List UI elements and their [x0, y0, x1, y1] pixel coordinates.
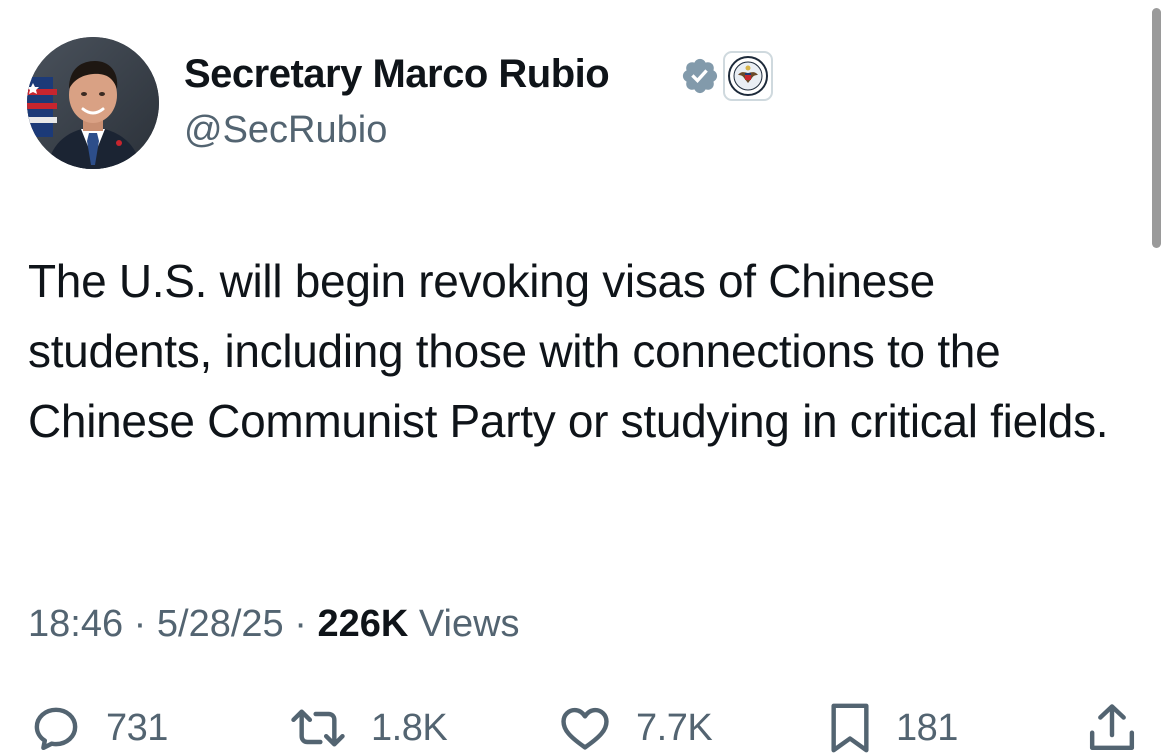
- reply-button[interactable]: 731: [28, 700, 168, 756]
- post-time[interactable]: 18:46: [28, 603, 123, 645]
- share-button[interactable]: [1084, 700, 1140, 756]
- repost-icon: [291, 709, 345, 747]
- like-button[interactable]: 7.7K: [556, 700, 713, 756]
- avatar-photo: [27, 37, 159, 169]
- reply-count: 731: [106, 706, 168, 749]
- views-count: 226K: [317, 603, 409, 645]
- state-department-seal-icon[interactable]: [723, 51, 773, 101]
- verified-badge-icon[interactable]: [680, 56, 720, 96]
- meta-separator: ·: [133, 603, 147, 645]
- like-count: 7.7K: [636, 706, 713, 749]
- scrollbar[interactable]: [1152, 8, 1161, 248]
- avatar[interactable]: [27, 37, 159, 169]
- share-icon: [1089, 704, 1135, 751]
- author-handle[interactable]: @SecRubio: [184, 109, 387, 152]
- views-label: Views: [418, 603, 520, 645]
- post-meta: 18:46 · 5/28/25 · 226K Views: [28, 603, 520, 646]
- post-date[interactable]: 5/28/25: [157, 603, 284, 645]
- reply-icon: [34, 707, 78, 751]
- bookmark-icon: [831, 703, 869, 753]
- heart-icon: [561, 707, 609, 750]
- post-text: The U.S. will begin revoking visas of Ch…: [28, 255, 1109, 447]
- author-display-name[interactable]: Secretary Marco Rubio: [184, 52, 610, 97]
- repost-button[interactable]: 1.8K: [287, 700, 448, 756]
- bookmark-count: 181: [896, 706, 958, 749]
- bookmark-button[interactable]: 181: [826, 700, 958, 756]
- repost-count: 1.8K: [371, 706, 448, 749]
- meta-separator: ·: [294, 603, 307, 645]
